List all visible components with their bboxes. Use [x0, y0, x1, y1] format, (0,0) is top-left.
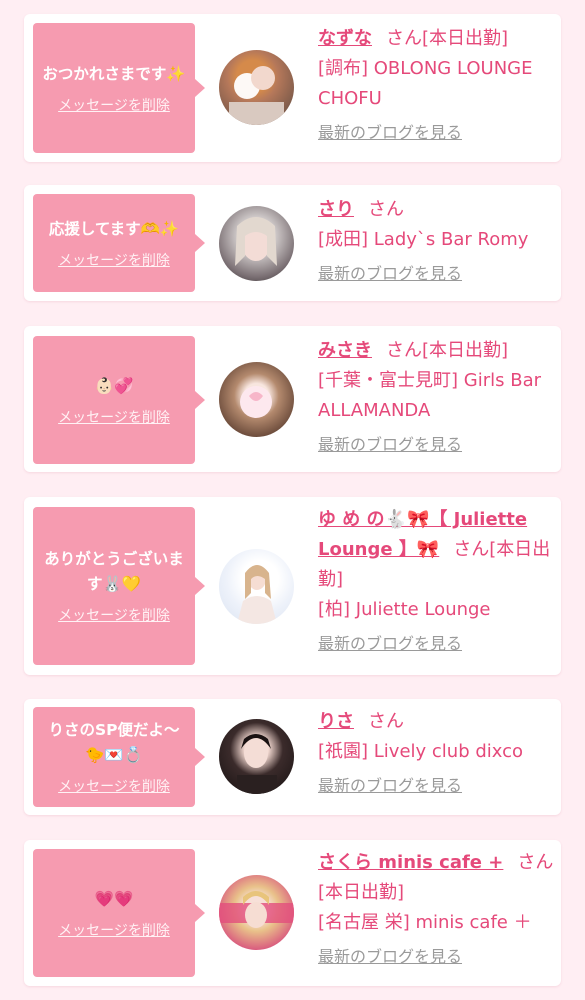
message-card: おつかれさまです✨ メッセージを削除 なずな さん[本日出勤] [調布] OBLO…: [24, 14, 561, 162]
cast-info: なずな さん[本日出勤] [調布] OBLONG LOUNGE CHOFU 最新の…: [318, 24, 554, 148]
message-bubble: おつかれさまです✨ メッセージを削除: [33, 23, 205, 153]
status-badge: [本日出勤]: [422, 28, 509, 49]
message-card: 応援してます🫶✨ メッセージを削除 さり さん [成田] Lady`s Bar R…: [24, 185, 561, 301]
avatar[interactable]: [219, 206, 294, 281]
profile-photo: [240, 386, 272, 418]
message-text: ありがとうございます🐰💛: [44, 550, 184, 593]
cast-info: ゆ め の🐇🎀【 Juliette Lounge 】🎀 さん[本日出勤] [柏] …: [318, 505, 554, 659]
latest-blog-link[interactable]: 最新のブログを見る: [318, 942, 554, 972]
message-text: 応援してます🫶✨: [48, 219, 180, 238]
honorific: さん: [368, 199, 404, 220]
cast-info: みさき さん[本日出勤] [千葉・富士見町] Girls Bar ALLAMAND…: [318, 336, 554, 460]
message-list: おつかれさまです✨ メッセージを削除 なずな さん[本日出勤] [調布] OBLO…: [0, 0, 585, 1000]
cast-info: さり さん [成田] Lady`s Bar Romy 最新のブログを見る: [318, 195, 554, 289]
honorific: さん: [386, 28, 422, 49]
message-text: 💗💗: [94, 889, 134, 908]
shop-name: [祇園] Lively club dixco: [318, 741, 524, 762]
avatar[interactable]: [219, 50, 294, 125]
latest-blog-link[interactable]: 最新のブログを見る: [318, 259, 554, 289]
shop-name: [柏] Juliette Lounge: [318, 599, 491, 620]
message-text: おつかれさまです✨: [42, 64, 186, 83]
shop-name: [調布] OBLONG LOUNGE CHOFU: [318, 58, 533, 109]
cast-info: りさ さん [祇園] Lively club dixco 最新のブログを見る: [318, 707, 554, 801]
cast-name-link[interactable]: りさ: [318, 711, 354, 732]
avatar[interactable]: [219, 362, 294, 437]
delete-message-link[interactable]: メッセージを削除: [58, 605, 170, 625]
delete-message-link[interactable]: メッセージを削除: [58, 407, 170, 427]
shop-name: [成田] Lady`s Bar Romy: [318, 229, 529, 250]
cast-name-link[interactable]: みさき: [318, 340, 372, 361]
delete-message-link[interactable]: メッセージを削除: [58, 95, 170, 115]
message-bubble: 応援してます🫶✨ メッセージを削除: [33, 194, 205, 292]
latest-blog-link[interactable]: 最新のブログを見る: [318, 118, 554, 148]
profile-photo: [237, 565, 277, 624]
shop-name: [名古屋 栄] minis cafe ＋: [318, 912, 532, 933]
message-card: りさのSP便だよ〜🐤💌💍 メッセージを削除 りさ さん [祇園] Lively c…: [24, 699, 561, 815]
latest-blog-link[interactable]: 最新のブログを見る: [318, 430, 554, 460]
status-badge: [本日出勤]: [318, 882, 405, 903]
profile-photo: [229, 66, 284, 125]
profile-photo: [219, 891, 294, 928]
delete-message-link[interactable]: メッセージを削除: [58, 776, 170, 796]
message-text: 👶🏻💞: [94, 376, 134, 395]
latest-blog-link[interactable]: 最新のブログを見る: [318, 629, 554, 659]
message-bubble: りさのSP便だよ〜🐤💌💍 メッセージを削除: [33, 707, 205, 807]
shop-name: [千葉・富士見町] Girls Bar ALLAMANDA: [318, 370, 541, 421]
cast-info: さくら minis cafe + さん [本日出勤] [名古屋 栄] minis c…: [318, 848, 554, 972]
message-bubble: ありがとうございます🐰💛 メッセージを削除: [33, 507, 205, 665]
cast-name-link[interactable]: さくら minis cafe +: [318, 852, 503, 873]
delete-message-link[interactable]: メッセージを削除: [58, 920, 170, 940]
cast-name-link[interactable]: なずな: [318, 28, 372, 49]
honorific: さん: [368, 711, 404, 732]
delete-message-link[interactable]: メッセージを削除: [58, 250, 170, 270]
avatar[interactable]: [219, 875, 294, 950]
status-badge: [本日出勤]: [422, 340, 509, 361]
cast-name-link[interactable]: さり: [318, 199, 354, 220]
honorific: さん: [386, 340, 422, 361]
message-card: ありがとうございます🐰💛 メッセージを削除 ゆ め の🐇🎀【 Juliette …: [24, 497, 561, 675]
message-bubble: 👶🏻💞 メッセージを削除: [33, 336, 205, 464]
latest-blog-link[interactable]: 最新のブログを見る: [318, 771, 554, 801]
avatar[interactable]: [219, 719, 294, 794]
avatar[interactable]: [219, 549, 294, 624]
message-text: りさのSP便だよ〜🐤💌💍: [48, 721, 180, 764]
honorific: さん: [453, 539, 490, 560]
message-card: 👶🏻💞 メッセージを削除 みさき さん[本日出勤] [千葉・富士見町] Girls…: [24, 326, 561, 472]
message-bubble: 💗💗 メッセージを削除: [33, 849, 205, 977]
message-card: 💗💗 メッセージを削除 さくら minis cafe + さん [本日出勤] [名古…: [24, 840, 561, 986]
profile-photo: [235, 217, 277, 266]
honorific: さん: [517, 852, 554, 873]
profile-photo: [237, 734, 277, 794]
